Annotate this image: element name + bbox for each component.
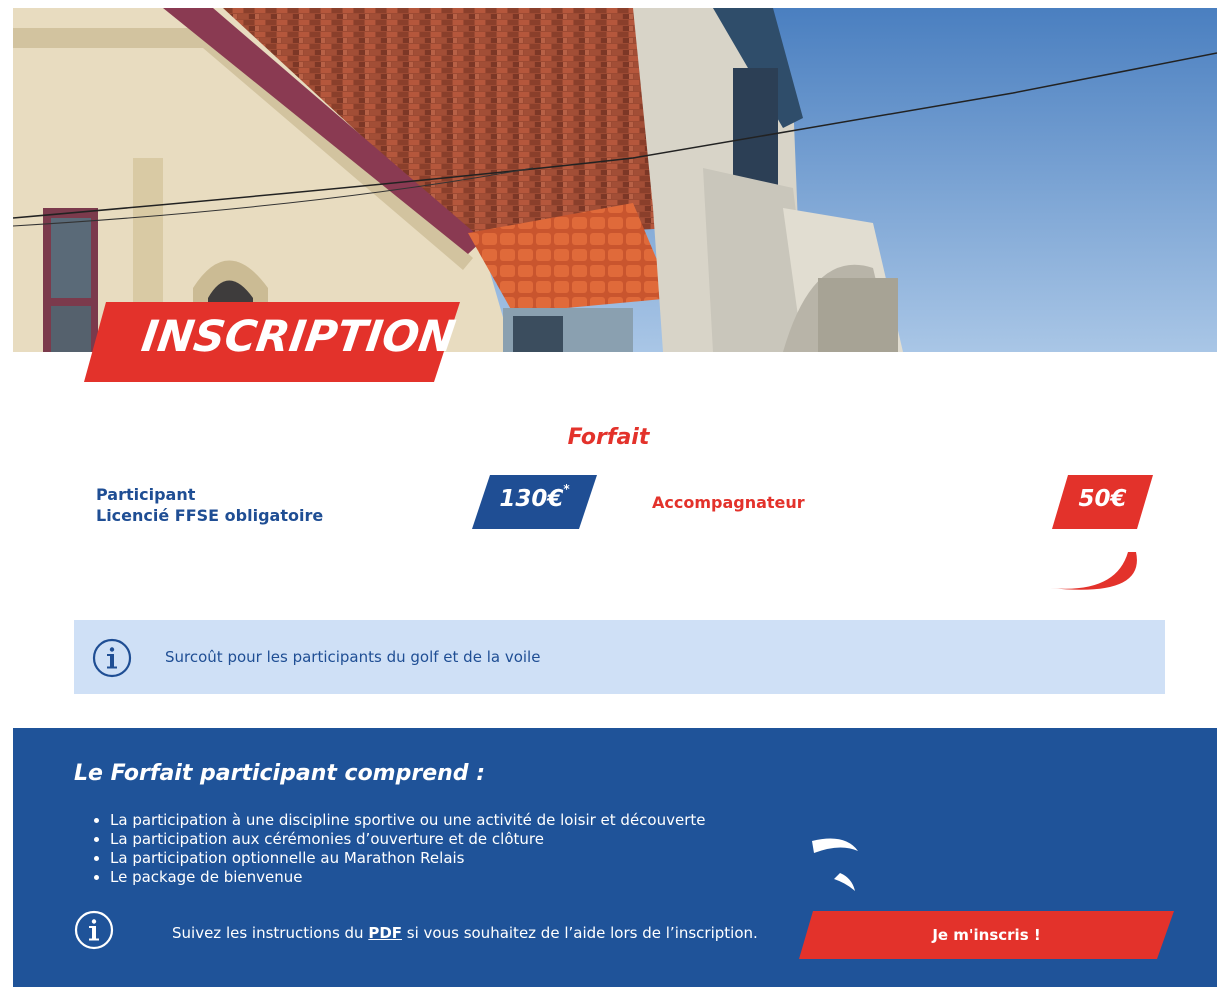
participant-subtitle: Licencié FFSE obligatoire bbox=[96, 506, 324, 525]
participant-price-asterisk: * bbox=[563, 482, 570, 496]
signup-button-label: Je m'inscris ! bbox=[932, 926, 1041, 944]
decorative-swoosh-white bbox=[812, 838, 858, 891]
list-item: La participation optionnelle au Marathon… bbox=[110, 849, 706, 868]
hero-image bbox=[13, 8, 1217, 352]
footer-section: Le Forfait participant comprend : La par… bbox=[13, 728, 1217, 987]
accompagnateur-price: 50€ bbox=[1078, 486, 1127, 512]
info-icon bbox=[92, 638, 132, 678]
help-text-before: Suivez les instructions du bbox=[172, 924, 369, 942]
page: INSCRIPTION Forfait Participant Licencié… bbox=[0, 0, 1217, 987]
participant-label: Participant Licencié FFSE obligatoire bbox=[96, 484, 323, 526]
participant-price-value: 130€ bbox=[499, 486, 564, 512]
pdf-link[interactable]: PDF bbox=[368, 924, 402, 942]
signup-button[interactable]: Je m'inscris ! bbox=[799, 911, 1174, 959]
decorative-swoosh-red bbox=[1050, 552, 1137, 590]
hero-buildings-illustration bbox=[13, 8, 1217, 352]
accompagnateur-label: Accompagnateur bbox=[652, 493, 805, 512]
inscription-banner: INSCRIPTION bbox=[84, 302, 460, 382]
footer-info-icon bbox=[74, 910, 114, 950]
list-item: Le package de bienvenue bbox=[110, 868, 706, 887]
included-items-list: La participation à une discipline sporti… bbox=[93, 811, 706, 887]
forfait-heading: Forfait bbox=[567, 425, 650, 450]
footer-title: Le Forfait participant comprend : bbox=[74, 761, 485, 786]
list-item: La participation aux cérémonies d’ouvert… bbox=[110, 830, 706, 849]
accompagnateur-price-tag: 50€ bbox=[1052, 475, 1153, 529]
help-text: Suivez les instructions du PDF si vous s… bbox=[172, 924, 758, 942]
page-title: INSCRIPTION bbox=[138, 312, 459, 362]
help-text-after: si vous souhaitez de l’aide lors de l’in… bbox=[402, 924, 758, 942]
participant-price-tag: 130€* bbox=[472, 475, 597, 529]
info-text: Surcoût pour les participants du golf et… bbox=[165, 648, 541, 666]
participant-title: Participant bbox=[96, 485, 196, 504]
info-box: Surcoût pour les participants du golf et… bbox=[74, 620, 1165, 694]
participant-price: 130€* bbox=[472, 482, 597, 512]
list-item: La participation à une discipline sporti… bbox=[110, 811, 706, 830]
